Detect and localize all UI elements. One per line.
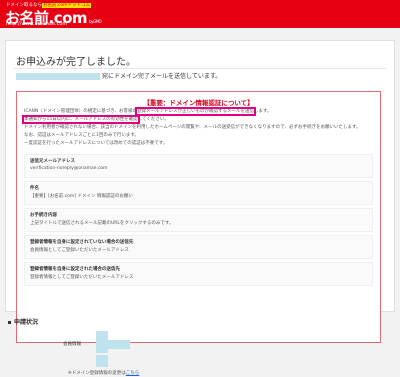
page-title: お申込みが完了しました。: [16, 57, 136, 68]
field-label: 登録者情報を自身に設定された場合の送信先: [30, 267, 120, 272]
notice-line: 一度認証を行ったメールアドレスについては改めての認証は不要です。: [24, 140, 374, 148]
notice-line-text: ICANN（ドメイン管理団体）の規定に基づき、お客様の: [24, 109, 137, 114]
field-procedure: お手続き内容 上記タイトルで送信されるメール記載のURLをクリックするのみです。: [24, 208, 373, 232]
site-header: ドメイン取るならお名前.comドットコム お名前.com byGMO http:/…: [0, 0, 400, 28]
notice-line: なお、認証はメールアドレスごとに1回のみで行います。: [24, 132, 374, 140]
redacted-member-info: [108, 340, 130, 349]
redacted-member-info: [96, 355, 108, 367]
completion-panel: お申込みが完了しました。 宛にドメイン完了メールを送信しています。 【重要：ドメ…: [5, 40, 395, 343]
redacted-member-info: [96, 331, 108, 353]
site-url: http://www.onamae.com: [6, 21, 68, 27]
notice-highlight: 登録メールアドレスが正しいものか確認するメールを送信: [134, 107, 256, 116]
field-sender: 送信元メールアドレス verification-noreply@onamae.c…: [24, 154, 373, 178]
notice-body: ICANN（ドメイン管理団体）の規定に基づき、お客様の登録メールアドレスが正しい…: [22, 107, 374, 148]
status-title: 申請状況: [8, 317, 38, 326]
member-label: 会員情報: [63, 342, 81, 347]
field-label: 件名: [30, 186, 39, 191]
change-info-link[interactable]: こちら: [126, 371, 140, 376]
notice-line: ドメイン利用者が確認されない場合、該当のドメインを利用したホームページの閲覧や、…: [24, 124, 374, 132]
notice-line-text: してください。: [137, 117, 169, 122]
verification-notice: 【重要：ドメイン情報認証について】 ICANN（ドメイン管理団体）の規定に基づき…: [16, 91, 381, 343]
status-note: ※ドメイン登録情報の変更はこちら: [68, 370, 139, 376]
notice-line-text: します。: [253, 109, 272, 114]
notice-line-text: 一度認証を行ったメールアドレスについては改めての認証は不要です。: [24, 141, 168, 146]
logo-suffix: byGMO: [89, 19, 102, 24]
note-text: ※ドメイン登録情報の変更は: [68, 371, 126, 376]
title-divider: [14, 68, 386, 69]
notice-line-text: ドメイン利用者が確認されない場合、該当のドメインを利用したホームページの閲覧や、…: [24, 125, 361, 130]
notice-line: ICANN（ドメイン管理団体）の規定に基づき、お客様の登録メールアドレスが正しい…: [24, 107, 374, 116]
sent-message-text: 宛にドメイン完了メールを送信しています。: [102, 73, 222, 80]
field-value: 上記タイトルで送信されるメール記載のURLをクリックするのみです。: [30, 221, 174, 226]
field-value: 会員情報としてご登録いただいたメールアドレス: [30, 248, 129, 253]
field-label: 送信元メールアドレス: [30, 159, 75, 164]
sent-message: 宛にドメイン完了メールを送信しています。: [16, 71, 221, 80]
field-value: verification-noreply@onamae.com: [30, 166, 108, 171]
field-value: 【重要】[お名前.com] ドメイン 情報認証のお願い: [30, 194, 133, 199]
redacted-email: [16, 73, 100, 80]
field-recipient-unset: 登録者情報を自身に設定されていない場合の送信先 会員情報としてご登録いただいたメ…: [24, 235, 373, 259]
field-subject: 件名 【重要】[お名前.com] ドメイン 情報認証のお願い: [24, 181, 373, 205]
notice-title: 【重要：ドメイン情報認証について】: [143, 99, 254, 107]
status-title-text: 申請状況: [14, 319, 39, 326]
field-label: 登録者情報を自身に設定されていない場合の送信先: [30, 240, 134, 245]
notice-line-text: なお、認証はメールアドレスごとに1回のみで行います。: [24, 133, 139, 138]
field-value: 登録者情報としてご登録いただいたメールアドレス: [30, 275, 134, 280]
notice-line: 本通知から15日以内に、メールアドレスの有効性を確認してください。: [22, 115, 374, 124]
notice-highlight: 本通知から15日以内に、メールアドレスの有効性を確認: [22, 115, 140, 124]
field-recipient-set: 登録者情報を自身に設定された場合の送信先 登録者情報としてご登録いただいたメール…: [24, 262, 373, 286]
bullet-icon: [8, 321, 11, 324]
field-label: お手続き内容: [30, 213, 57, 218]
